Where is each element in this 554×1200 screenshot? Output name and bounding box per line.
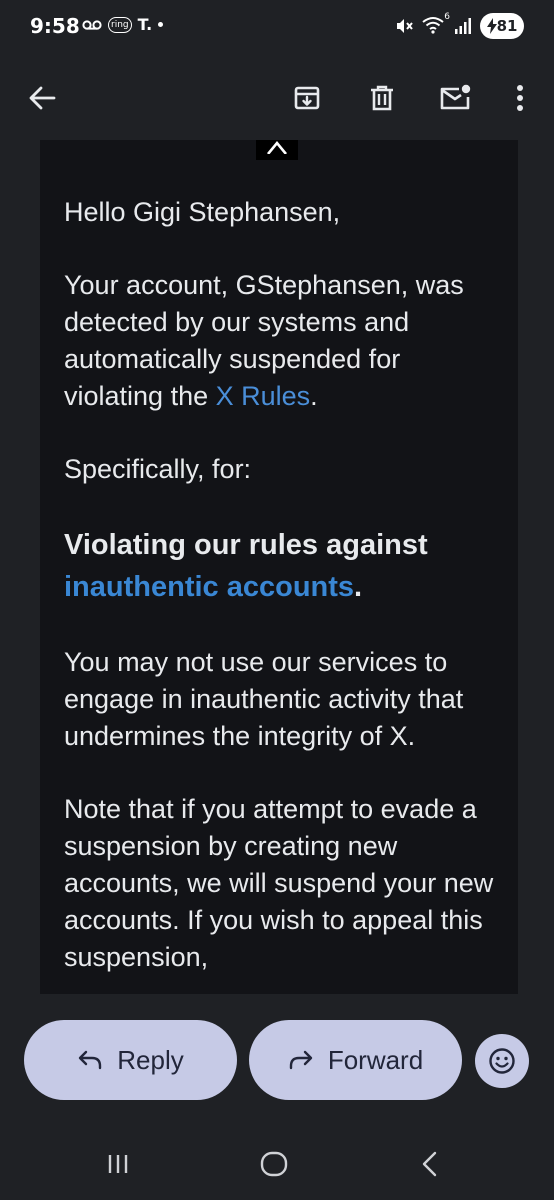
wifi-icon: 6 [422, 12, 450, 36]
mute-icon [397, 19, 413, 33]
back-button[interactable] [14, 70, 70, 126]
mark-unread-icon [440, 84, 471, 110]
ring-app-icon: ring [108, 16, 132, 33]
policy-paragraph: You may not use our services to engage i… [64, 647, 464, 751]
email-text: Hello Gigi Stephansen, Your account, GSt… [64, 194, 504, 994]
recent-apps-button[interactable] [88, 1144, 148, 1184]
violation-heading: Violating our rules against inauthentic … [64, 524, 504, 608]
greeting: Hello Gigi Stephansen, [64, 197, 341, 227]
notification-dot-icon [158, 22, 164, 27]
appeal-paragraph: Note that if you attempt to evade a susp… [64, 794, 494, 972]
status-bar: 9:58 ring T. 6 81 [0, 0, 554, 56]
x-logo-icon [266, 140, 288, 154]
wifi-generation-label: 6 [444, 12, 450, 22]
cell-signal-icon [455, 18, 471, 34]
battery-level: 81 [496, 17, 518, 35]
violation-text-end: . [354, 571, 363, 603]
suspension-paragraph: Your account, GStephansen, was detected … [64, 267, 504, 415]
inauthentic-accounts-link[interactable]: inauthentic accounts [64, 571, 354, 603]
charging-bolt-icon [486, 18, 497, 34]
status-left-icons: ring T. [82, 15, 164, 34]
battery-indicator: 81 [480, 13, 524, 39]
specifically-paragraph: Specifically, for: [64, 454, 252, 484]
more-vert-icon [517, 85, 523, 111]
archive-icon [294, 86, 320, 110]
emoji-reaction-button[interactable] [475, 1034, 529, 1088]
reply-button[interactable]: Reply [24, 1020, 237, 1100]
home-button[interactable] [244, 1144, 304, 1184]
reply-label: Reply [117, 1044, 184, 1075]
back-chevron-icon [422, 1151, 437, 1177]
back-arrow-icon [29, 86, 56, 110]
email-body: Hello Gigi Stephansen, Your account, GSt… [40, 140, 518, 994]
x-rules-link[interactable]: X Rules [216, 381, 311, 411]
status-right-icons: 6 81 [394, 12, 524, 39]
reply-icon [79, 1050, 102, 1070]
violation-text: Violating our rules against [64, 529, 428, 561]
voicemail-icon [82, 19, 102, 30]
archive-button[interactable] [279, 70, 335, 126]
recent-apps-icon [108, 1155, 128, 1173]
x-logo [256, 140, 298, 160]
emoji-icon [489, 1048, 515, 1074]
home-icon [260, 1151, 288, 1177]
suspension-text-end: . [310, 381, 318, 411]
delete-icon [371, 85, 393, 111]
forward-label: Forward [327, 1044, 424, 1075]
status-time: 9:58 [30, 14, 80, 38]
action-area: Reply Forward [0, 994, 554, 1128]
system-nav-bar [0, 1128, 554, 1200]
more-options-button[interactable] [492, 70, 548, 126]
mark-unread-button[interactable] [427, 70, 483, 126]
delete-button[interactable] [354, 70, 410, 126]
top-app-bar [0, 56, 554, 140]
forward-icon [289, 1050, 313, 1070]
back-nav-button[interactable] [400, 1144, 460, 1184]
forward-button[interactable]: Forward [249, 1020, 462, 1100]
t-app-icon: T. [137, 15, 153, 34]
